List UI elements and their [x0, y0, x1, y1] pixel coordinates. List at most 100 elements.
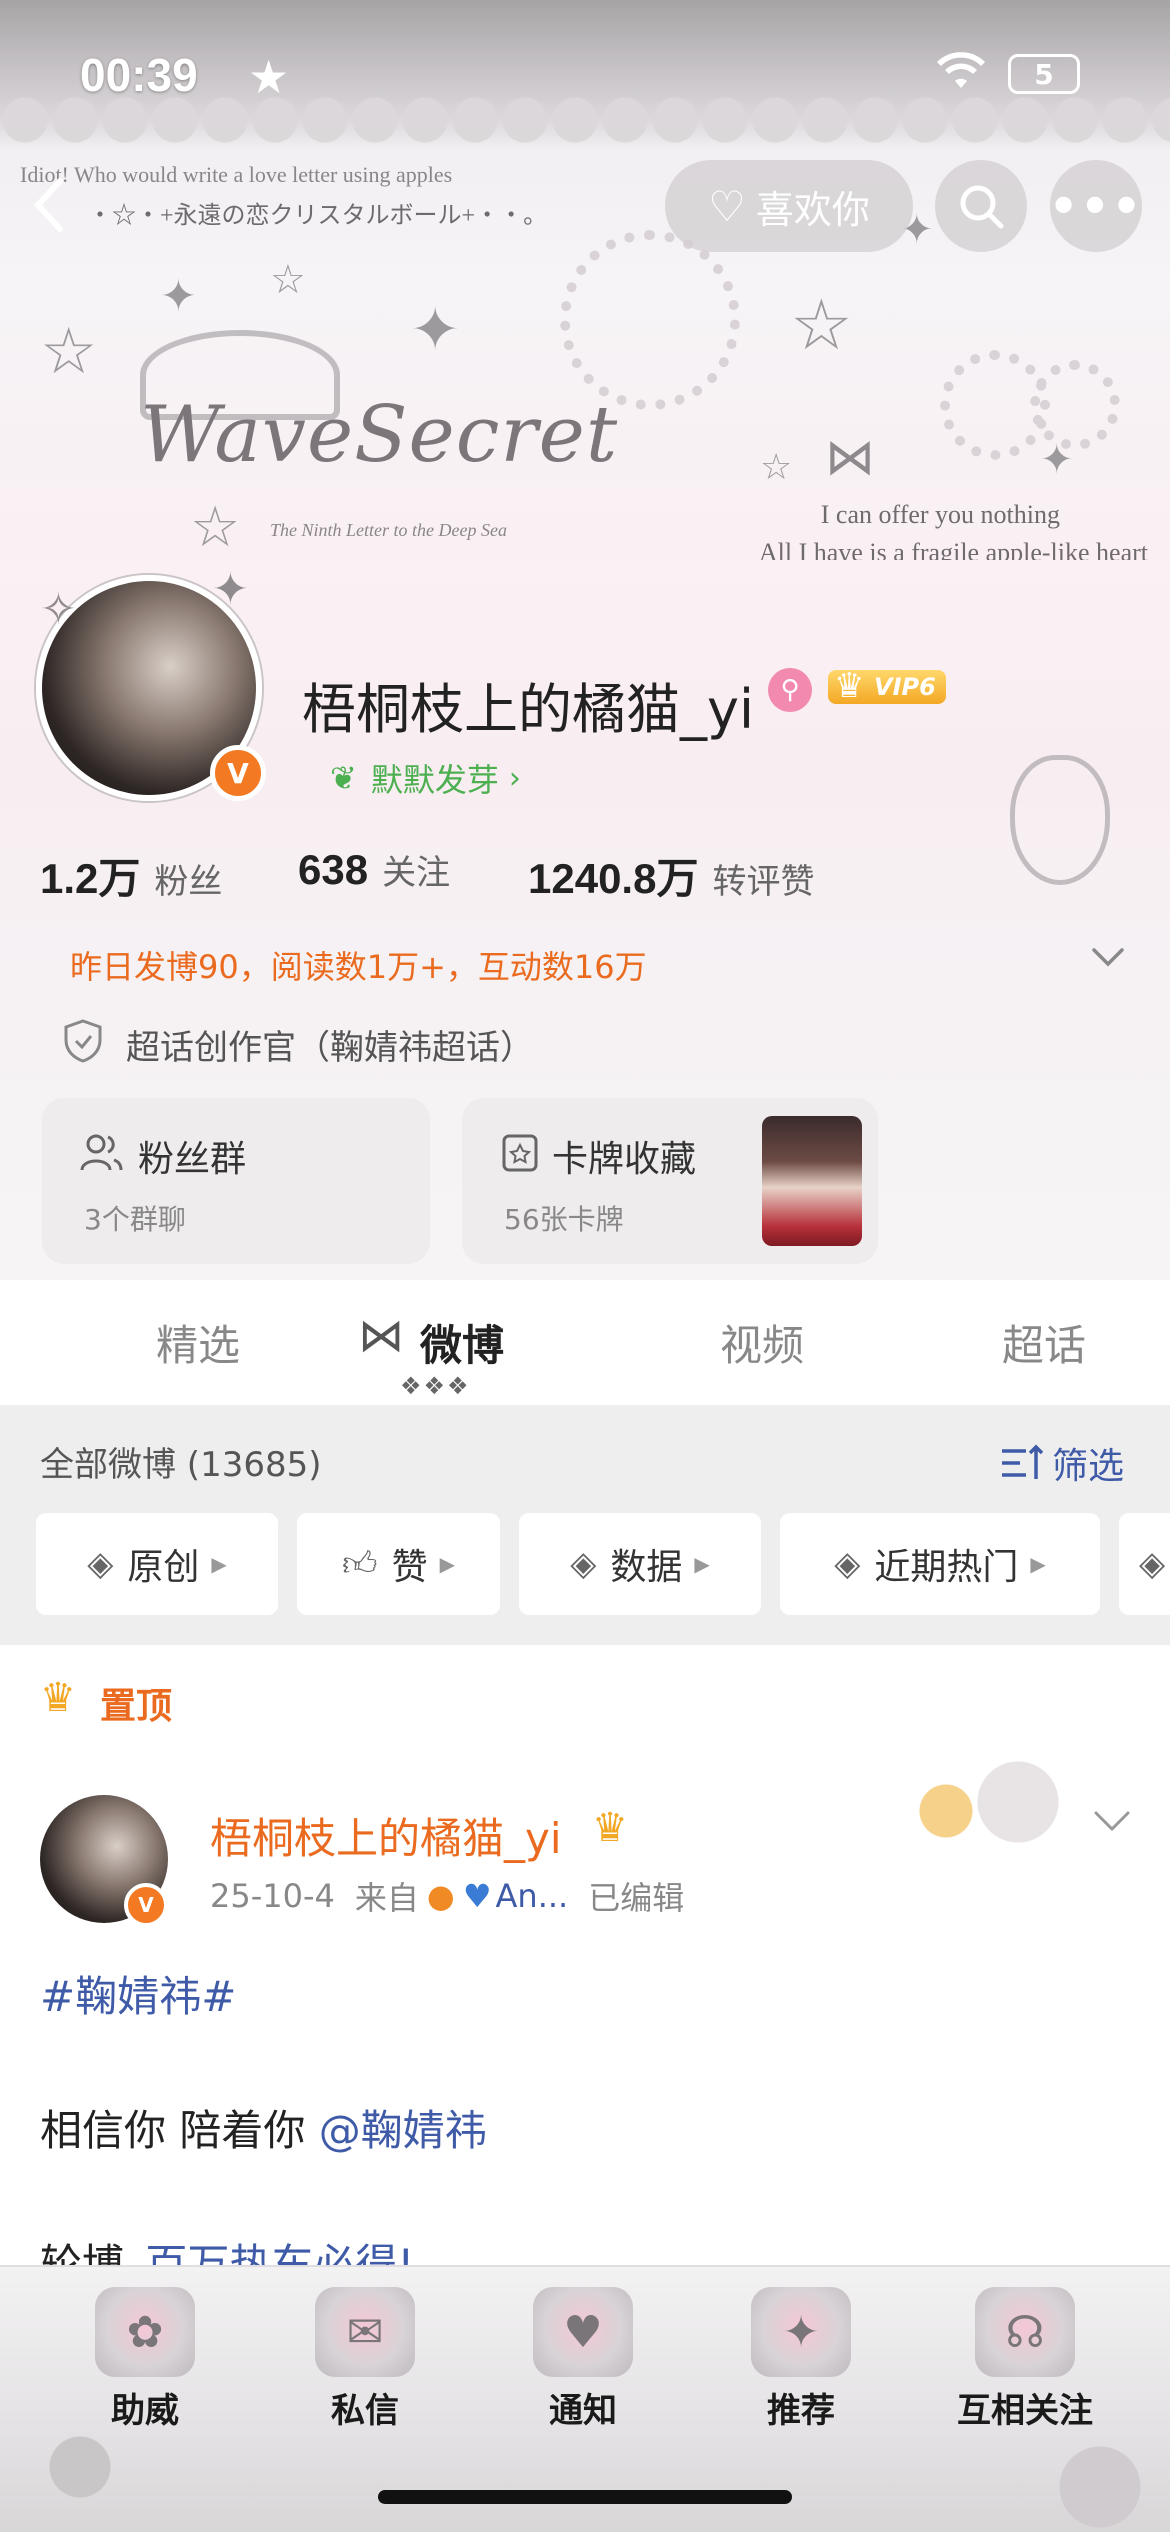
caret-right-icon: ▶	[694, 1552, 710, 1576]
username: 梧桐枝上的橘猫_yi	[302, 678, 754, 741]
post-mention[interactable]: @鞠婧祎	[319, 2106, 487, 2155]
more-button[interactable]: •••	[1048, 160, 1144, 252]
crown-icon: ♛	[40, 1675, 76, 1721]
chip-more-partial[interactable]: ◈	[1119, 1513, 1170, 1615]
back-button[interactable]	[30, 175, 90, 235]
banner-jp-line: ・☆・+永遠の恋クリスタルボール+・・。	[88, 203, 548, 229]
ellipsis-icon: •••	[1048, 179, 1144, 233]
recommend-label: 推荐	[767, 2391, 835, 2431]
post-username[interactable]: 梧桐枝上的橘猫_yi	[210, 1805, 562, 1866]
cheer-button[interactable]: ✿ 助威	[70, 2287, 220, 2432]
home-indicator[interactable]	[378, 2490, 792, 2504]
tab-weibo[interactable]: 微博	[420, 1312, 540, 1373]
growth-tag-label: 默默发芽	[370, 761, 499, 799]
battery-icon: 5	[1008, 54, 1080, 94]
vip-label: VIP6	[874, 673, 936, 701]
bow-icon: ⋈	[825, 428, 875, 486]
post-menu-button[interactable]	[1092, 1805, 1132, 1839]
notify-label: 通知	[549, 2391, 617, 2431]
notify-button[interactable]: ♥ 通知	[508, 2287, 658, 2432]
message-button[interactable]: ✉ 私信	[290, 2287, 440, 2432]
chevron-down-icon	[1094, 1811, 1130, 1832]
status-time: 00:39	[80, 49, 198, 101]
chip-liked-label: 赞	[391, 1547, 428, 1588]
card-collection-card[interactable]: 卡牌收藏 56张卡牌	[462, 1098, 878, 1264]
recommend-button[interactable]: ✦ 推荐	[726, 2287, 876, 2432]
stat-interactions-num: 1240.8万	[528, 855, 699, 902]
post-line3-link[interactable]: 百万热车必得!	[145, 2240, 414, 2265]
chip-original[interactable]: ◈ 原创 ▶	[36, 1513, 278, 1615]
heart-lock-icon: ♥	[533, 2287, 633, 2377]
chevron-down-icon	[1092, 948, 1124, 967]
headphones-icon: ☊	[975, 2287, 1075, 2377]
caret-right-icon: ▶	[439, 1552, 455, 1576]
content-tabs: 精选 ⋈ 微博 ❖❖❖ 视频 超话	[0, 1280, 1170, 1405]
chip-data-label: 数据	[610, 1547, 683, 1588]
activity-summary: 昨日发博90，阅读数1万+，互动数16万	[70, 948, 647, 986]
post-source[interactable]: An...	[496, 1877, 569, 1915]
chip-recent-hot[interactable]: ◈ 近期热门 ▶	[780, 1513, 1100, 1615]
card-collection-title: 卡牌收藏	[552, 1139, 697, 1180]
verified-badge-icon: V	[210, 745, 266, 801]
post-text: 相信你 陪着你 @鞠婧祎	[40, 2097, 487, 2158]
weibo-feed: ♛ 置顶 V 梧桐枝上的橘猫_yi ♛ 25-10-4 来自 ● ♥ An...…	[0, 1645, 1170, 2265]
chip-liked[interactable]: 👍︎ 赞 ▶	[297, 1513, 500, 1615]
tab-featured[interactable]: 精选	[118, 1312, 278, 1373]
layers-icon: ◈	[570, 1544, 597, 1584]
star-icon: ☆	[760, 447, 793, 488]
filter-label: 筛选	[1052, 1446, 1125, 1487]
chip-data[interactable]: ◈ 数据 ▶	[519, 1513, 761, 1615]
tab-video[interactable]: 视频	[682, 1312, 842, 1373]
star-icon: ✦	[160, 271, 197, 322]
cheer-label: 助威	[111, 2391, 179, 2431]
card-collection-sub: 56张卡牌	[504, 1203, 624, 1236]
filter-button[interactable]: 筛选	[1000, 1437, 1124, 1489]
mutual-follow-button[interactable]: ☊ 互相关注	[930, 2287, 1120, 2432]
caret-right-icon: ▶	[1030, 1552, 1046, 1576]
envelope-icon: ✉	[315, 2287, 415, 2377]
post-text-line-3: 轮博 百万热车必得!	[40, 2231, 414, 2265]
orange-fruit-icon: ●	[426, 1877, 455, 1915]
group-icon	[80, 1134, 123, 1171]
banner-subtitle: The Ninth Letter to the Deep Sea	[270, 520, 507, 540]
fan-group-title: 粉丝群	[138, 1139, 247, 1180]
pinned-label: 置顶	[100, 1686, 173, 1727]
stat-fans-label: 粉丝	[154, 862, 223, 902]
search-button[interactable]	[935, 160, 1027, 252]
like-you-button[interactable]: ♡ 喜欢你	[665, 160, 913, 252]
apple-icon: ♡	[708, 181, 746, 231]
filter-section: 全部微博 (13685) 筛选 ◈ 原创 ▶ 👍︎ 赞 ▶ ◈ 数据 ▶ ◈ 近…	[0, 1405, 1170, 1645]
expand-button[interactable]	[1090, 938, 1126, 978]
growth-tag[interactable]: ❦ 默默发芽 ›	[330, 755, 521, 801]
thumbs-up-icon: 👍︎	[342, 1543, 378, 1584]
fan-group-card[interactable]: 粉丝群 3个群聊	[42, 1098, 430, 1264]
stat-interactions[interactable]: 1240.8万 转评赞	[528, 845, 814, 906]
star-icon: ✧	[40, 584, 77, 635]
cat-pudding-decoration	[892, 1757, 1072, 1847]
filter-icon	[1002, 1444, 1044, 1479]
verified-badge-icon: V	[124, 1883, 168, 1927]
banner-title: WaveSecret	[140, 390, 619, 480]
star-icon: ☆	[270, 257, 306, 303]
post-topic[interactable]: #鞠婧祎#	[40, 1963, 236, 2024]
wifi-icon	[935, 52, 987, 96]
message-label: 私信	[331, 2391, 399, 2431]
stat-fans[interactable]: 1.2万 粉丝	[40, 845, 222, 906]
cheer-icon: ✿	[95, 2287, 195, 2377]
post-line3-prefix: 轮博	[40, 2240, 125, 2265]
chevron-left-icon	[33, 178, 63, 232]
star-icon: ☆	[190, 495, 241, 560]
tab-supertopic[interactable]: 超话	[964, 1312, 1124, 1373]
stat-fans-num: 1.2万	[40, 855, 141, 902]
search-badge-icon[interactable]: ⚲	[768, 668, 812, 712]
layers-icon: ◈	[834, 1544, 861, 1584]
post-from-label: 来自	[354, 1879, 419, 1917]
post-meta: 25-10-4 来自 ● ♥ An... 已编辑	[210, 1873, 684, 1919]
stat-following[interactable]: 638 关注	[298, 845, 450, 894]
chip-recent-hot-label: 近期热门	[874, 1547, 1019, 1588]
certification-text[interactable]: 超话创作官（鞠婧祎超话）	[126, 1020, 534, 1069]
fan-group-sub: 3个群聊	[84, 1203, 186, 1236]
vip-badge[interactable]: ♛ VIP6	[828, 666, 946, 706]
like-you-label: 喜欢你	[755, 187, 870, 232]
crown-icon: ♛	[834, 666, 865, 706]
